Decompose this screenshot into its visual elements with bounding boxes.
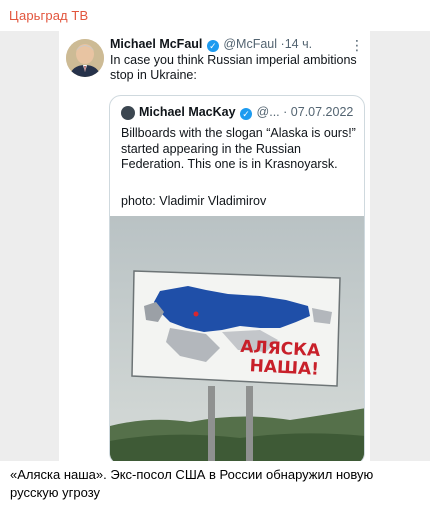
quoted-verified-badge-icon: ✓ bbox=[240, 108, 253, 120]
channel-header: Царьград ТВ bbox=[0, 0, 430, 31]
channel-name[interactable]: Царьград ТВ bbox=[9, 8, 88, 23]
tweet-time: 14 ч. bbox=[284, 37, 313, 51]
tweet-author-line: Michael McFaul ✓ @McFaul ·14 ч. bbox=[110, 37, 312, 52]
billboard-photo[interactable]: АЛЯСКА НАША! bbox=[110, 216, 365, 461]
tweet-card: Michael McFaul ✓ @McFaul ·14 ч. ⋮ In cas… bbox=[59, 31, 370, 461]
post-image[interactable]: Michael McFaul ✓ @McFaul ·14 ч. ⋮ In cas… bbox=[0, 31, 430, 461]
author-name[interactable]: Michael McFaul bbox=[110, 37, 202, 51]
quoted-avatar bbox=[121, 106, 135, 120]
tweet-text: In case you think Russian imperial ambit… bbox=[110, 53, 357, 82]
quoted-date: 07.07.2022 bbox=[290, 105, 354, 119]
quoted-author-line: Michael MacKay ✓ @... · 07.07.2022 bbox=[139, 105, 353, 120]
quoted-text: Billboards with the slogan “Alaska is ou… bbox=[121, 126, 356, 171]
verified-badge-icon: ✓ bbox=[206, 40, 219, 52]
author-handle[interactable]: @McFaul bbox=[223, 37, 277, 51]
photo-credit: photo: Vladimir Vladimirov bbox=[121, 194, 267, 208]
post-caption: «Аляска наша». Экс-посол США в России об… bbox=[10, 467, 374, 500]
quoted-separator: · bbox=[283, 105, 288, 119]
billboard-slogan-line-2: НАША! bbox=[249, 356, 319, 380]
quoted-author-handle[interactable]: @... bbox=[257, 105, 280, 119]
avatar bbox=[66, 39, 104, 77]
quoted-tweet[interactable]: Michael MacKay ✓ @... · 07.07.2022 Billb… bbox=[109, 95, 365, 461]
quoted-author-name[interactable]: Michael MacKay bbox=[139, 105, 236, 119]
more-horizontal-icon[interactable]: ⋮ bbox=[350, 37, 365, 54]
